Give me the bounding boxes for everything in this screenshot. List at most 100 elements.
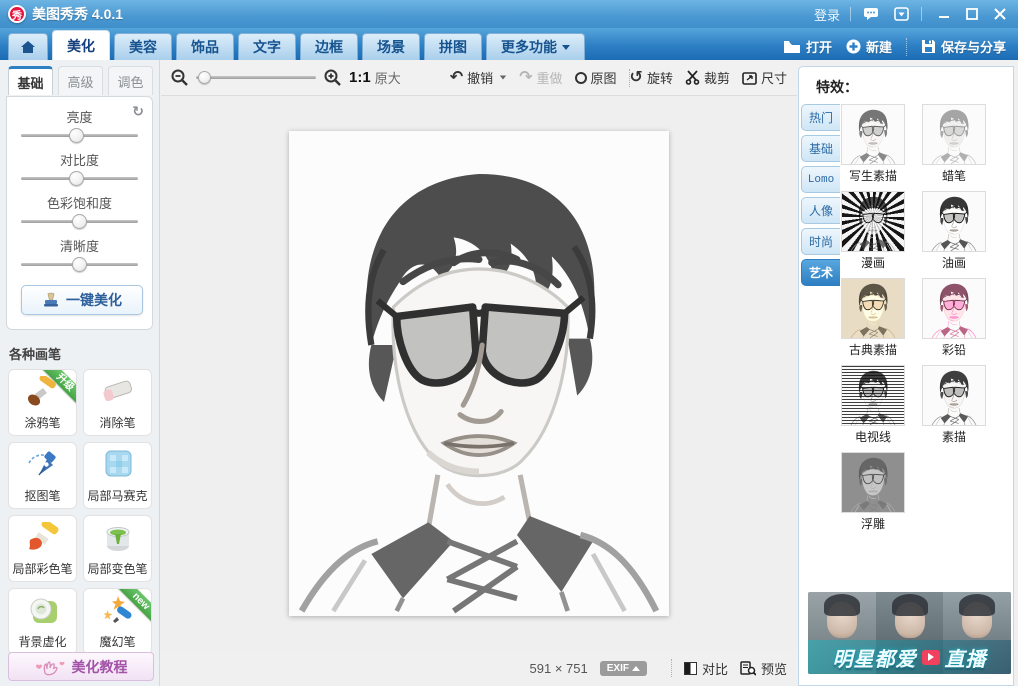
- brush-local-recolor-pen[interactable]: 局部变色笔: [83, 515, 152, 582]
- slider-group-sharpness: 清晰度: [21, 236, 138, 273]
- sharpness-slider[interactable]: [21, 256, 138, 273]
- effect-oil-painting[interactable]: 油画: [922, 191, 986, 271]
- one-key-beautify-button[interactable]: 一键美化: [21, 285, 143, 315]
- brush-eraser-pen[interactable]: 消除笔: [83, 369, 152, 436]
- nav-tabbar: 美化 美容 饰品 文字 边框 场景 拼图 更多功能 打开 新建 保存与分享: [0, 28, 1018, 60]
- undo-history-caret[interactable]: [500, 76, 506, 80]
- new-button[interactable]: 新建: [846, 37, 892, 56]
- plus-icon: [846, 39, 861, 54]
- fx-cat-lomo[interactable]: Lomo: [801, 166, 840, 193]
- fx-cat-portrait[interactable]: 人像: [801, 197, 840, 224]
- zoom-original-label: 原大: [375, 68, 401, 87]
- chat-icon[interactable]: [861, 5, 881, 23]
- maximize-button[interactable]: [962, 5, 982, 23]
- open-button[interactable]: 打开: [783, 37, 832, 56]
- tab-basic[interactable]: 基础: [8, 66, 53, 95]
- tab-beautify[interactable]: 美化: [52, 30, 110, 60]
- zoom-ratio[interactable]: 1:1: [349, 69, 371, 86]
- resize-button[interactable]: 尺寸: [742, 68, 787, 87]
- resize-icon: [742, 71, 757, 85]
- tab-collage[interactable]: 拼图: [424, 33, 482, 60]
- ad-headline: 明星都爱 直播: [808, 640, 1011, 674]
- saturation-slider[interactable]: [21, 213, 138, 230]
- effects-categories: 热门 基础 Lomo 人像 时尚 艺术: [801, 104, 840, 286]
- undo-button[interactable]: ↶ 撤销: [450, 68, 507, 87]
- effect-tv-lines[interactable]: 电视线: [841, 365, 905, 445]
- effect-colored-pencil[interactable]: 彩铅: [922, 278, 986, 358]
- stamp-icon: [42, 292, 60, 308]
- left-panel-tabs: 基础 高级 调色: [0, 60, 159, 96]
- effects-grid: 写生素描 蜡笔 漫画 油画: [841, 101, 1013, 532]
- brush-local-color-pen[interactable]: 局部彩色笔: [8, 515, 77, 582]
- contrast-slider[interactable]: [21, 170, 138, 187]
- titlebar: 秀 美图秀秀 4.0.1 登录: [0, 0, 1018, 28]
- tab-decorate[interactable]: 饰品: [176, 33, 234, 60]
- actions-separator: [906, 38, 907, 56]
- view-original-button[interactable]: 原图: [575, 68, 617, 87]
- rotate-button[interactable]: ↺ 旋转: [630, 68, 673, 87]
- preview-icon: [740, 661, 756, 676]
- ad-banner[interactable]: 明星都爱 直播: [808, 592, 1011, 674]
- tab-tone[interactable]: 调色: [108, 66, 153, 95]
- tab-more-features[interactable]: 更多功能: [486, 33, 585, 60]
- brush-magic-pen[interactable]: new 魔幻笔: [83, 588, 152, 655]
- eraser-icon: [98, 376, 138, 410]
- folder-icon: [783, 40, 801, 54]
- save-share-button[interactable]: 保存与分享: [921, 37, 1006, 56]
- beautify-tutorial-button[interactable]: 美化教程: [8, 652, 154, 681]
- slider-label: 对比度: [21, 150, 138, 169]
- effect-emboss[interactable]: 浮雕: [841, 452, 905, 532]
- brushes-header: 各种画笔: [9, 344, 159, 363]
- tab-advanced[interactable]: 高级: [58, 66, 103, 95]
- effect-sketch[interactable]: 素描: [922, 365, 986, 445]
- color-brush-icon: [23, 522, 63, 556]
- tab-scene[interactable]: 场景: [362, 33, 420, 60]
- pen-nib-icon: [23, 449, 63, 483]
- mosaic-icon: [98, 449, 138, 483]
- compare-button[interactable]: 对比: [684, 659, 728, 678]
- feedback-icon[interactable]: [891, 5, 911, 23]
- app-title: 美图秀秀 4.0.1: [32, 4, 123, 24]
- reset-icon[interactable]: ↻: [132, 103, 144, 120]
- tab-home[interactable]: [8, 33, 48, 60]
- effect-classic-sketch[interactable]: 古典素描: [841, 278, 905, 358]
- tab-beauty[interactable]: 美容: [114, 33, 172, 60]
- zoom-out-button[interactable]: [171, 69, 188, 86]
- doodle-brush-icon: [23, 376, 63, 410]
- brush-doodle-pen[interactable]: 升级 涂鸦笔: [8, 369, 77, 436]
- effect-crayon[interactable]: 蜡笔: [922, 104, 986, 184]
- titlebar-separator: [921, 7, 922, 21]
- slider-group-saturation: 色彩饱和度: [21, 193, 138, 230]
- slider-label: 亮度: [21, 107, 138, 126]
- fx-cat-basic[interactable]: 基础: [801, 135, 840, 162]
- chevron-up-icon: [632, 666, 640, 671]
- fx-cat-fashion[interactable]: 时尚: [801, 228, 840, 255]
- redo-button[interactable]: ↷ 重做: [519, 68, 562, 87]
- canvas-image[interactable]: [289, 131, 669, 616]
- brush-cutout-pen[interactable]: 抠图笔: [8, 442, 77, 509]
- close-button[interactable]: [990, 5, 1010, 23]
- paint-bucket-icon: [98, 522, 138, 556]
- preview-button[interactable]: 预览: [740, 659, 787, 678]
- app-window: 秀 美图秀秀 4.0.1 登录: [0, 0, 1018, 686]
- crop-button[interactable]: 裁剪: [685, 68, 730, 87]
- tab-frame[interactable]: 边框: [300, 33, 358, 60]
- home-icon: [20, 40, 36, 54]
- fx-cat-art[interactable]: 艺术: [801, 259, 840, 286]
- zoom-out-icon: [171, 69, 188, 86]
- zoom-slider[interactable]: [196, 70, 316, 86]
- brightness-slider[interactable]: [21, 127, 138, 144]
- left-panel: 基础 高级 调色 ↻ 亮度 对比度 色彩饱和度 清: [0, 60, 160, 686]
- exif-badge[interactable]: EXIF: [600, 661, 647, 676]
- brush-mosaic[interactable]: 局部马赛克: [83, 442, 152, 509]
- scissors-icon: [685, 70, 700, 85]
- brush-background-blur[interactable]: 背景虚化: [8, 588, 77, 655]
- statusbar: 591 × 751 EXIF 对比 预览: [161, 650, 797, 686]
- zoom-in-button[interactable]: [324, 69, 341, 86]
- minimize-button[interactable]: [934, 5, 954, 23]
- tab-text[interactable]: 文字: [238, 33, 296, 60]
- effect-manga[interactable]: 漫画: [841, 191, 905, 271]
- login-link[interactable]: 登录: [814, 5, 840, 24]
- effect-sketch-drawing[interactable]: 写生素描: [841, 104, 905, 184]
- fx-cat-hot[interactable]: 热门: [801, 104, 840, 131]
